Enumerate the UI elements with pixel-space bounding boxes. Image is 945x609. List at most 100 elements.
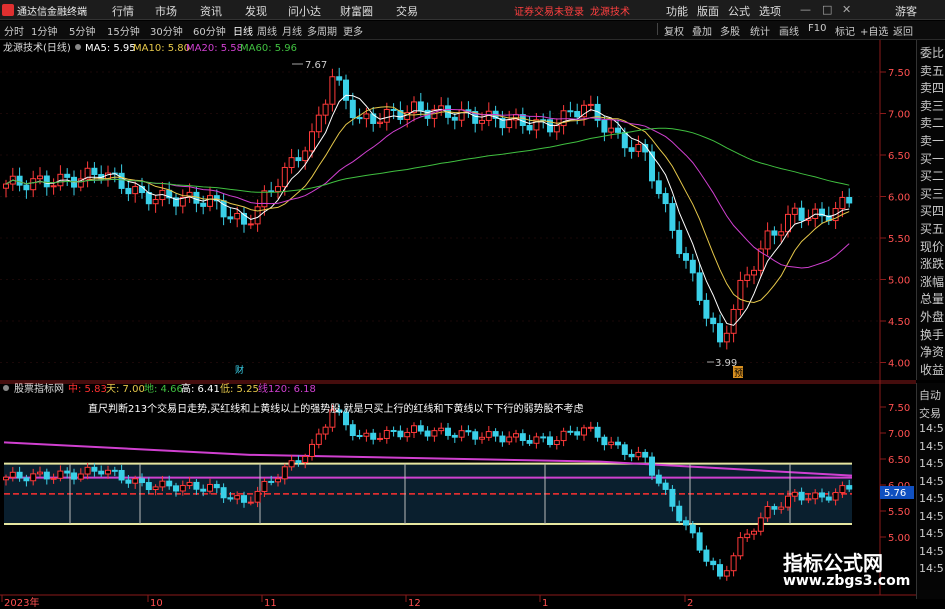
menu-item-info[interactable]: 资讯 <box>200 3 222 19</box>
window-close-icon[interactable]: ✕ <box>842 3 851 16</box>
main-candle <box>662 193 669 205</box>
sub-settings-icon[interactable] <box>3 385 9 391</box>
period-tab-monthly[interactable]: 月线 <box>282 23 302 38</box>
sub-candle <box>241 495 247 503</box>
period-tab-30min[interactable]: 30分钟 <box>150 23 183 38</box>
main-candle <box>383 108 390 123</box>
quote-panel-label: 涨幅 <box>920 274 945 289</box>
main-candle <box>322 103 329 116</box>
quote-panel-label: 买四 <box>920 204 945 219</box>
stock-name-header: 龙源技术 <box>590 7 630 18</box>
sub-candle <box>200 488 207 492</box>
sub-val-line120: 线120: 6.18 <box>258 382 316 395</box>
sub-candle <box>377 437 383 440</box>
quote-panel-label: 总量 <box>920 292 945 307</box>
x-axis-label: 2023年 <box>4 596 39 609</box>
period-tab-60min[interactable]: 60分钟 <box>193 23 226 38</box>
period-tab-more[interactable]: 更多 <box>343 23 363 38</box>
main-candle <box>302 150 309 162</box>
quote-panel-label: 净资 <box>920 345 945 360</box>
sub-candle <box>526 440 533 444</box>
sub-candle <box>315 433 322 445</box>
menu-item-formula[interactable]: 公式 <box>728 3 750 19</box>
kline-chart-area[interactable]: 龙源技术(日线) MA5: 5.95 MA10: 5.80 MA20: 5.58… <box>0 40 916 609</box>
main-candle <box>349 99 356 119</box>
sub-candle <box>472 431 479 440</box>
sub-candle <box>499 435 506 443</box>
sub-candle <box>791 491 798 497</box>
tool-overlay[interactable]: 叠加 <box>692 23 712 38</box>
main-candle <box>764 230 771 250</box>
menu-item-quote[interactable]: 行情 <box>112 3 134 19</box>
sub-candle <box>717 564 723 577</box>
period-tab-daily[interactable]: 日线 <box>233 23 253 38</box>
period-tab-timeshare[interactable]: 分时 <box>4 23 24 38</box>
menu-item-layout[interactable]: 版面 <box>697 3 719 19</box>
login-status[interactable]: 证券交易未登录 <box>514 3 584 18</box>
main-candle <box>247 223 254 226</box>
guest-label[interactable]: 游客 <box>895 3 917 19</box>
sub-candle <box>302 455 309 463</box>
sub-candle <box>513 433 519 438</box>
menu-bar: 通达信金融终端 行情 市场 资讯 发现 问小达 财富圈 交易 证券交易未登录 龙… <box>0 0 945 20</box>
sub-candle <box>540 436 547 439</box>
tool-restore-rights[interactable]: 复权 <box>664 23 684 38</box>
tool-statistics[interactable]: 统计 <box>750 23 770 38</box>
sub-candle <box>757 517 764 532</box>
tick-time-label: 14:5 <box>919 509 944 523</box>
period-tab-weekly[interactable]: 周线 <box>257 23 277 38</box>
sub-candle <box>383 429 390 439</box>
tool-multi-stock[interactable]: 多股 <box>720 23 740 38</box>
sub-candle <box>64 470 71 474</box>
menu-item-discover[interactable]: 发现 <box>245 3 267 19</box>
sub-candle <box>57 470 64 479</box>
tool-f10[interactable]: F10 <box>808 23 826 34</box>
sub-candle <box>696 532 703 551</box>
watermark-logo: 指标公式网 www.zbgs3.com <box>765 545 915 595</box>
tool-back[interactable]: 返回 <box>893 23 913 38</box>
window-minimize-icon[interactable]: — <box>800 3 811 16</box>
window-maximize-icon[interactable]: □ <box>822 3 832 16</box>
sub-val-tian: 天: 7.00 <box>106 384 145 395</box>
sub-candle <box>689 524 696 534</box>
main-candle <box>846 196 853 204</box>
menu-item-wealth[interactable]: 财富圈 <box>340 3 373 19</box>
main-y-tick: 4.50 <box>888 317 910 328</box>
sub-chart-title[interactable]: 股票指标网 <box>14 382 64 395</box>
sub-y-tick: 5.50 <box>888 507 910 518</box>
tool-mark[interactable]: 标记 <box>835 23 855 38</box>
period-tab-5min[interactable]: 5分钟 <box>69 23 95 38</box>
main-candle <box>567 110 574 113</box>
sub-candle <box>839 485 846 494</box>
period-tab-1min[interactable]: 1分钟 <box>31 23 57 38</box>
app-logo-icon <box>2 4 14 16</box>
quote-panel-label: 卖二 <box>920 116 945 131</box>
period-tab-multi[interactable]: 多周期 <box>307 23 337 38</box>
main-candle <box>553 125 560 133</box>
main-candle <box>696 272 703 301</box>
menu-item-function[interactable]: 功能 <box>666 3 688 19</box>
menu-item-market[interactable]: 市场 <box>155 3 177 19</box>
sub-candle <box>723 570 730 577</box>
sub-candle <box>601 436 608 446</box>
sub-candle <box>30 473 37 482</box>
period-tab-15min[interactable]: 15分钟 <box>107 23 140 38</box>
quote-panel-label: 买三 <box>920 186 945 201</box>
tick-time-label: 14:5 <box>919 474 944 488</box>
tick-time-label: 14:5 <box>919 527 944 540</box>
menu-item-trade[interactable]: 交易 <box>396 3 418 19</box>
sub-candle <box>655 474 662 484</box>
main-candle <box>601 119 608 133</box>
tool-add-watchlist[interactable]: +自选 <box>860 23 888 38</box>
sub-candle <box>615 441 621 446</box>
tool-draw-line[interactable]: 画线 <box>779 23 799 38</box>
menu-item-askxiaoda[interactable]: 问小达 <box>288 3 321 19</box>
sub-candle <box>322 426 329 435</box>
sub-candle <box>213 483 220 489</box>
menu-item-options[interactable]: 选项 <box>759 3 781 19</box>
sub-candle <box>275 478 281 483</box>
main-candle <box>676 229 683 255</box>
ma-settings-icon[interactable] <box>75 44 81 50</box>
sub-candle <box>506 436 513 443</box>
high-price-label: 7.67 <box>305 60 327 71</box>
